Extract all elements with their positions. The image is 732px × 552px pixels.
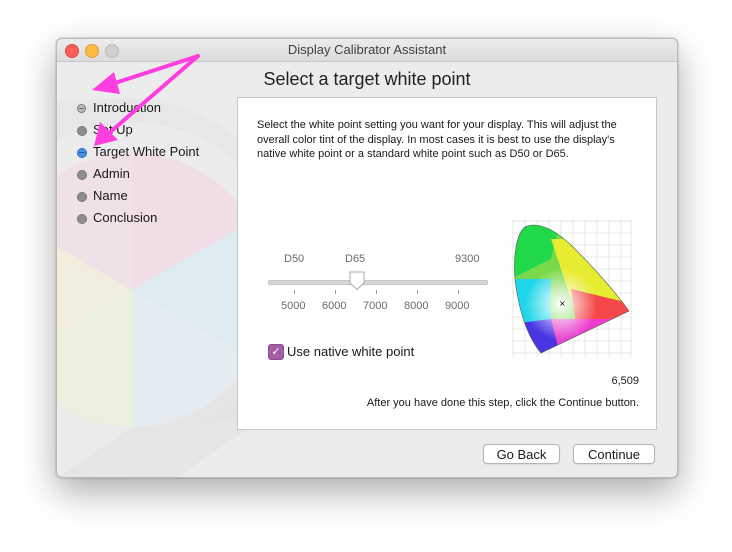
chromaticity-diagram: × <box>511 219 633 357</box>
pending-step-icon <box>77 192 87 202</box>
slider-tick <box>458 290 459 294</box>
scale-label-9000: 9000 <box>445 300 470 312</box>
scale-label-5000: 5000 <box>281 300 306 312</box>
slider-tick <box>417 290 418 294</box>
pending-step-icon <box>77 170 87 180</box>
slider-label-d65: D65 <box>345 253 366 265</box>
step-label: Target White Point <box>93 144 200 159</box>
pending-step-icon <box>77 214 87 224</box>
step-name: Name <box>77 185 199 207</box>
slider-label-9300: 9300 <box>455 253 480 265</box>
slider-tick <box>376 290 377 294</box>
step-conclusion: Conclusion <box>77 207 199 229</box>
scale-label-7000: 7000 <box>363 300 388 312</box>
slider-thumb[interactable] <box>348 271 366 291</box>
slider-tick <box>335 290 336 294</box>
content-panel: Select the white point setting you want … <box>237 97 657 430</box>
slider-label-d50: D50 <box>284 253 305 265</box>
current-step-icon <box>77 148 87 158</box>
step-set-up: Set Up <box>77 119 199 141</box>
go-back-button[interactable]: Go Back <box>483 444 560 464</box>
continue-hint-text: After you have done this step, click the… <box>366 397 639 409</box>
slider-tick <box>294 290 295 294</box>
kelvin-value-readout: 6,509 <box>611 375 639 387</box>
scale-label-8000: 8000 <box>404 300 429 312</box>
step-introduction: Introduction <box>77 97 199 119</box>
title-bar[interactable]: Display Calibrator Assistant <box>57 39 677 62</box>
native-white-point-label: Use native white point <box>287 344 415 359</box>
step-label: Conclusion <box>93 210 158 225</box>
continue-button[interactable]: Continue <box>573 444 655 464</box>
calibrator-window: Display Calibrator Assistant Select a ta… <box>56 38 678 478</box>
step-list: Introduction Set Up Target White Point A… <box>77 97 199 229</box>
step-target-white-point: Target White Point <box>77 141 199 163</box>
instructions-text: Select the white point setting you want … <box>257 119 617 160</box>
step-admin: Admin <box>77 163 199 185</box>
scale-label-6000: 6000 <box>322 300 347 312</box>
step-label: Introduction <box>93 100 161 115</box>
checkmark-icon[interactable]: ✓ <box>268 344 284 360</box>
pending-step-icon <box>77 126 87 136</box>
window-title: Display Calibrator Assistant <box>287 42 447 57</box>
step-label: Admin <box>93 166 130 181</box>
white-point-marker-icon: × <box>559 299 566 308</box>
slider-track[interactable] <box>268 280 488 285</box>
page-title: Select a target white point <box>263 69 471 89</box>
step-label: Set Up <box>93 122 133 137</box>
completed-step-icon <box>77 104 86 113</box>
step-label: Name <box>93 188 128 203</box>
